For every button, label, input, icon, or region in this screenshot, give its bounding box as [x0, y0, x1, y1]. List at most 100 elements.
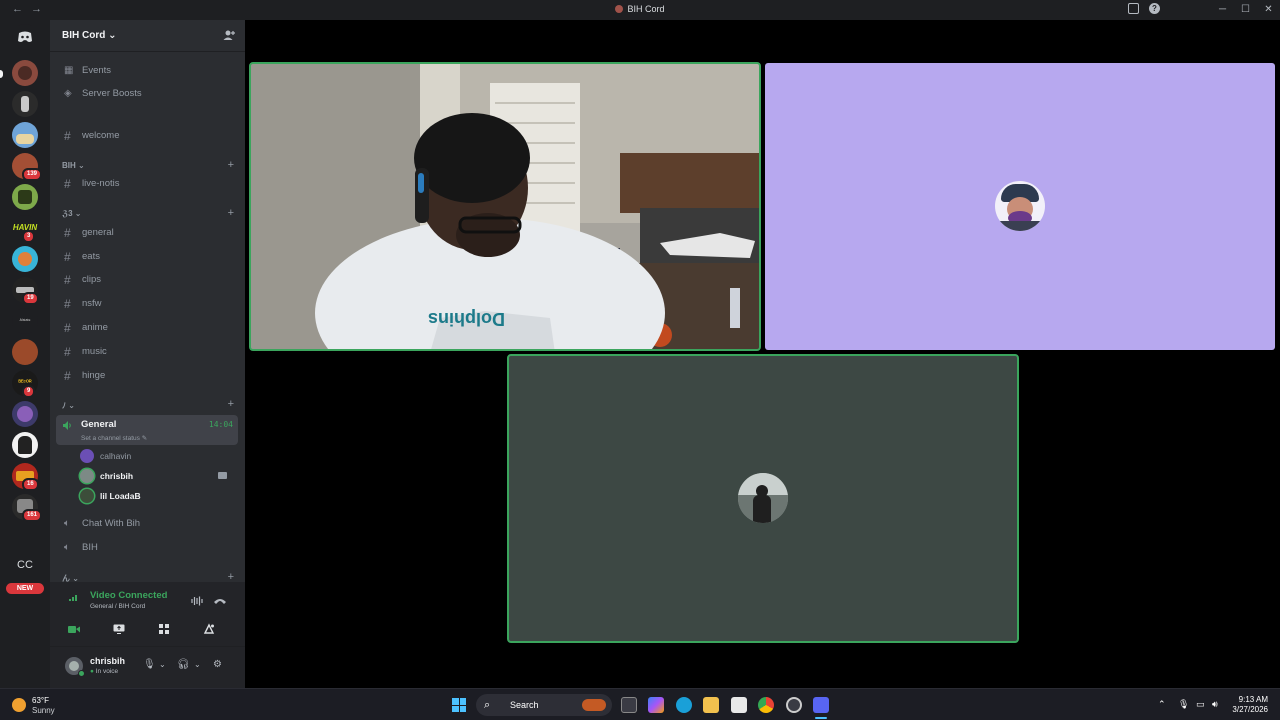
camera-icon — [218, 472, 227, 479]
server-icon-13[interactable] — [12, 432, 38, 458]
video-tile-avatar-purple[interactable] — [765, 63, 1275, 350]
mention-badge: 16 — [22, 478, 39, 491]
chrome-icon[interactable] — [758, 697, 774, 713]
microphone-tray-icon[interactable]: 🎙︎ — [1178, 699, 1189, 710]
server-header[interactable]: BIH Cord ⌄ — [50, 20, 245, 52]
screen-share-icon — [113, 624, 125, 634]
mute-mic-button[interactable]: 🎙︎ — [143, 659, 156, 670]
sun-icon — [12, 698, 26, 712]
server-icon-cc[interactable]: CC — [12, 552, 38, 578]
start-button[interactable] — [452, 698, 466, 712]
discord-home-icon[interactable] — [12, 24, 38, 50]
help-icon[interactable]: ? — [1149, 3, 1160, 14]
voice-channel-general[interactable]: General 14:04 Set a channel status ✎ — [56, 415, 238, 445]
server-icon-10[interactable] — [12, 339, 38, 365]
deafen-headphones-button[interactable]: 🎧︎ — [177, 659, 190, 670]
discord-taskbar-icon[interactable] — [813, 697, 829, 713]
svg-text:Dolphins: Dolphins — [428, 309, 505, 329]
settings-gear-icon[interactable]: ⚙ — [213, 659, 222, 670]
category-2[interactable]: ℨ3 ⌄ + — [62, 207, 234, 221]
network-icon[interactable]: ▭ — [1196, 699, 1205, 710]
server-icon-small — [615, 5, 624, 13]
volume-icon[interactable]: 🔊︎ — [1212, 699, 1218, 710]
activities-icon — [159, 624, 169, 634]
edge-icon[interactable] — [676, 697, 692, 713]
invite-people-icon[interactable] — [223, 29, 235, 41]
channel-welcome[interactable]: # welcome — [58, 126, 238, 146]
hash-icon: # — [64, 297, 71, 311]
channel-status-input[interactable]: Set a channel status ✎ — [81, 434, 147, 442]
boost-icon: ◈ — [64, 88, 72, 99]
server-name[interactable]: BIH Cord ⌄ — [62, 30, 117, 41]
mic-options-chevron-icon[interactable]: ⌄ — [159, 660, 166, 669]
channel-eats[interactable]: # eats — [58, 247, 238, 267]
channel-nsfw[interactable]: # nsfw — [58, 294, 238, 314]
chevron-down-icon: ⌄ — [108, 30, 117, 41]
activities-button[interactable] — [144, 619, 184, 639]
maximize-button[interactable]: ☐ — [1234, 0, 1257, 20]
system-clock[interactable]: 9:13 AM 3/27/2026 — [1232, 695, 1268, 715]
signal-icon[interactable] — [68, 592, 80, 602]
audio-options-chevron-icon[interactable]: ⌄ — [194, 660, 201, 669]
voice-location[interactable]: General / BIH Cord — [90, 603, 145, 610]
server-icon-bih[interactable] — [12, 60, 38, 86]
task-view-icon[interactable] — [621, 697, 637, 713]
server-icon-7[interactable] — [12, 246, 38, 272]
server-icon-9[interactable]: ᴬˡˢᵗᵃᵗᵉ — [12, 308, 38, 334]
window-title: BIH Cord — [0, 4, 1280, 14]
inbox-icon[interactable] — [1128, 3, 1139, 14]
server-boosts-item[interactable]: ◈ Server Boosts — [58, 84, 238, 104]
soundboard-button[interactable] — [189, 619, 229, 639]
voice-user-lil-loadab[interactable]: lil LoadaB — [80, 487, 235, 505]
channel-anime[interactable]: # anime — [58, 318, 238, 338]
mention-badge: 19 — [22, 292, 39, 305]
add-channel-icon[interactable]: + — [228, 398, 234, 410]
username[interactable]: chrisbih — [90, 656, 125, 666]
noise-suppression-icon[interactable] — [191, 596, 203, 606]
store-icon[interactable] — [731, 697, 747, 713]
disconnect-icon[interactable] — [213, 596, 227, 605]
channel-hinge[interactable]: # hinge — [58, 366, 238, 386]
category-bih[interactable]: BIH ⌄ + — [62, 159, 234, 173]
video-tile-webcam[interactable]: Dolphins — [249, 62, 761, 351]
selected-pill — [0, 70, 3, 78]
server-icon-12[interactable] — [12, 401, 38, 427]
voice-channel-chat-with-bih[interactable]: 🔈︎ Chat With Bih — [58, 514, 238, 534]
active-app-indicator — [815, 717, 827, 719]
channel-live-notis[interactable]: # live-notis — [58, 174, 238, 194]
voice-user-calhavin[interactable]: calhavin — [80, 447, 235, 465]
category-3[interactable]: ﾉ ⌄ + — [62, 398, 234, 412]
channel-label: eats — [82, 251, 100, 262]
soundboard-icon — [203, 623, 215, 634]
channel-general[interactable]: # general — [58, 223, 238, 243]
speaker-icon: 🔈︎ — [64, 542, 70, 553]
channel-music[interactable]: # music — [58, 342, 238, 362]
taskbar-search[interactable]: ⌕ Search — [476, 694, 612, 716]
channel-label: hinge — [82, 370, 106, 381]
events-item[interactable]: ▦ Events — [58, 61, 238, 81]
channel-clips[interactable]: # clips — [58, 270, 238, 290]
channel-label: general — [82, 227, 114, 238]
voice-status[interactable]: Video Connected — [90, 590, 167, 601]
file-explorer-icon[interactable] — [703, 697, 719, 713]
camera-toggle-button[interactable] — [54, 619, 94, 639]
tray-overflow-chevron-icon[interactable]: ⌃ — [1158, 699, 1166, 710]
add-channel-icon[interactable]: + — [228, 159, 234, 171]
close-button[interactable]: ✕ — [1257, 0, 1280, 20]
screen-share-button[interactable] — [99, 619, 139, 639]
speaker-icon — [63, 421, 71, 430]
voice-user-chrisbih[interactable]: chrisbih — [80, 467, 235, 485]
app-icon-steam[interactable] — [786, 697, 802, 713]
user-panel: chrisbih ● In voice 🎙︎ ⌄ 🎧︎ ⌄ ⚙ — [50, 647, 245, 688]
server-icon-2[interactable] — [12, 91, 38, 117]
voice-channel-bih[interactable]: 🔈︎ BIH — [58, 538, 238, 558]
server-icon-3[interactable] — [12, 122, 38, 148]
online-status-dot — [78, 670, 85, 677]
minimize-button[interactable]: ─ — [1211, 0, 1234, 20]
weather-temp: 63°F — [32, 696, 49, 705]
avatar — [80, 469, 94, 483]
video-tile-avatar-gray[interactable] — [507, 354, 1019, 643]
server-icon-5[interactable] — [12, 184, 38, 210]
copilot-icon[interactable] — [648, 697, 664, 713]
add-channel-icon[interactable]: + — [228, 207, 234, 219]
